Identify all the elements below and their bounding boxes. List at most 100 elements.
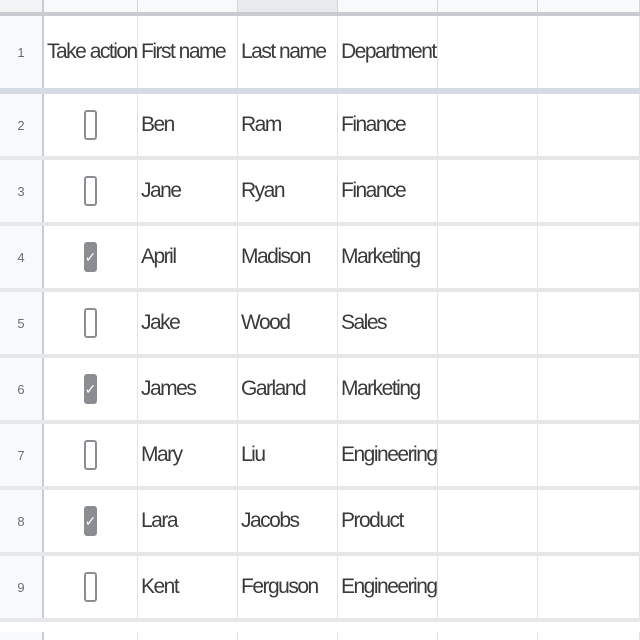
table-row: 4 ✓ April Madison Marketing bbox=[0, 226, 640, 292]
department-cell[interactable]: Engineering bbox=[338, 424, 438, 486]
column-header-a[interactable] bbox=[44, 0, 138, 12]
empty-cell[interactable] bbox=[438, 358, 538, 420]
checkbox-cell[interactable]: ✓ bbox=[44, 226, 138, 288]
empty-cell[interactable] bbox=[438, 292, 538, 354]
table-row: 8 ✓ Lara Jacobs Product bbox=[0, 490, 640, 556]
last-name-cell[interactable]: Garland bbox=[238, 358, 338, 420]
first-name-cell[interactable]: Jane bbox=[138, 160, 238, 222]
column-header-c[interactable] bbox=[238, 0, 338, 12]
checkbox-cell[interactable]: ✓ bbox=[44, 424, 138, 486]
checkbox-cell[interactable]: ✓ bbox=[44, 358, 138, 420]
row-number[interactable]: 9 bbox=[0, 556, 44, 618]
last-name-cell[interactable]: Jacobs bbox=[238, 490, 338, 552]
empty-cell[interactable] bbox=[538, 94, 640, 156]
spreadsheet: 1 Take action? First name Last name Depa… bbox=[0, 0, 640, 640]
empty-cell[interactable] bbox=[538, 16, 640, 88]
row-number[interactable]: 2 bbox=[0, 94, 44, 156]
empty-cell[interactable] bbox=[538, 632, 640, 640]
empty-cell[interactable] bbox=[538, 556, 640, 618]
checkbox-cell[interactable]: ✓ bbox=[44, 490, 138, 552]
checkbox-cell[interactable]: ✓ bbox=[44, 160, 138, 222]
last-name-cell[interactable]: Madison bbox=[238, 226, 338, 288]
column-header-b[interactable] bbox=[138, 0, 238, 12]
table-row: 3 ✓ JaneRyanFinance bbox=[0, 160, 640, 226]
row-number[interactable]: 4 bbox=[0, 226, 44, 288]
empty-cell[interactable] bbox=[438, 94, 538, 156]
empty-cell[interactable] bbox=[138, 632, 238, 640]
checkbox-cell[interactable]: ✓ bbox=[44, 556, 138, 618]
last-name-cell[interactable]: Ferguson bbox=[238, 556, 338, 618]
empty-cell[interactable] bbox=[438, 16, 538, 88]
header-cell-last-name[interactable]: Last name bbox=[238, 16, 338, 88]
first-name-cell[interactable]: Lara bbox=[138, 490, 238, 552]
empty-cell[interactable] bbox=[44, 632, 138, 640]
empty-cell[interactable] bbox=[238, 632, 338, 640]
column-header-bar bbox=[0, 0, 640, 16]
take-action-checkbox[interactable]: ✓ bbox=[84, 572, 97, 602]
partial-row bbox=[0, 632, 640, 640]
row-number[interactable]: 6 bbox=[0, 358, 44, 420]
take-action-checkbox[interactable]: ✓ bbox=[84, 242, 97, 272]
last-name-cell[interactable]: Ram bbox=[238, 94, 338, 156]
empty-cell[interactable] bbox=[338, 632, 438, 640]
table-row: 2 ✓ BenRamFinance bbox=[0, 94, 640, 160]
department-cell[interactable]: Engineering bbox=[338, 556, 438, 618]
column-header-d[interactable] bbox=[338, 0, 438, 12]
take-action-checkbox[interactable]: ✓ bbox=[84, 374, 97, 404]
department-cell[interactable]: Product bbox=[338, 490, 438, 552]
header-cell-first-name[interactable]: First name bbox=[138, 16, 238, 88]
first-name-cell[interactable]: April bbox=[138, 226, 238, 288]
empty-cell[interactable] bbox=[438, 490, 538, 552]
column-header-e[interactable] bbox=[438, 0, 538, 12]
empty-cell[interactable] bbox=[538, 424, 640, 486]
take-action-checkbox[interactable]: ✓ bbox=[84, 440, 97, 470]
header-cell-take-action[interactable]: Take action? bbox=[44, 16, 138, 88]
check-icon: ✓ bbox=[84, 249, 97, 265]
first-name-cell[interactable]: James bbox=[138, 358, 238, 420]
row-number[interactable]: 5 bbox=[0, 292, 44, 354]
empty-cell[interactable] bbox=[438, 556, 538, 618]
department-cell[interactable]: Marketing bbox=[338, 358, 438, 420]
department-cell[interactable]: Finance bbox=[338, 160, 438, 222]
row-number[interactable]: 1 bbox=[0, 16, 44, 88]
check-icon: ✓ bbox=[84, 513, 97, 529]
empty-cell[interactable] bbox=[538, 292, 640, 354]
take-action-checkbox[interactable]: ✓ bbox=[84, 308, 97, 338]
header-cell-department[interactable]: Department bbox=[338, 16, 438, 88]
select-all-corner[interactable] bbox=[0, 0, 44, 12]
cell-grid: 1 Take action? First name Last name Depa… bbox=[0, 16, 640, 622]
table-row: 7 ✓ MaryLiuEngineering bbox=[0, 424, 640, 490]
table-header-row: 1 Take action? First name Last name Depa… bbox=[0, 16, 640, 88]
last-name-cell[interactable]: Liu bbox=[238, 424, 338, 486]
row-number[interactable]: 3 bbox=[0, 160, 44, 222]
data-rows: 2✓BenRamFinance3✓JaneRyanFinance4✓AprilM… bbox=[0, 94, 640, 622]
check-icon: ✓ bbox=[84, 381, 97, 397]
empty-cell[interactable] bbox=[438, 424, 538, 486]
last-name-cell[interactable]: Ryan bbox=[238, 160, 338, 222]
empty-cell[interactable] bbox=[438, 160, 538, 222]
empty-cell[interactable] bbox=[538, 160, 640, 222]
checkbox-cell[interactable]: ✓ bbox=[44, 292, 138, 354]
empty-cell[interactable] bbox=[538, 226, 640, 288]
take-action-checkbox[interactable]: ✓ bbox=[84, 506, 97, 536]
empty-cell[interactable] bbox=[538, 358, 640, 420]
department-cell[interactable]: Finance bbox=[338, 94, 438, 156]
empty-cell[interactable] bbox=[438, 632, 538, 640]
take-action-checkbox[interactable]: ✓ bbox=[84, 176, 97, 206]
first-name-cell[interactable]: Ben bbox=[138, 94, 238, 156]
row-number[interactable]: 8 bbox=[0, 490, 44, 552]
row-number[interactable] bbox=[0, 632, 44, 640]
empty-cell[interactable] bbox=[538, 490, 640, 552]
checkbox-cell[interactable]: ✓ bbox=[44, 94, 138, 156]
department-cell[interactable]: Marketing bbox=[338, 226, 438, 288]
empty-cell[interactable] bbox=[438, 226, 538, 288]
department-cell[interactable]: Sales bbox=[338, 292, 438, 354]
first-name-cell[interactable]: Jake bbox=[138, 292, 238, 354]
first-name-cell[interactable]: Mary bbox=[138, 424, 238, 486]
row-number[interactable]: 7 bbox=[0, 424, 44, 486]
first-name-cell[interactable]: Kent bbox=[138, 556, 238, 618]
take-action-checkbox[interactable]: ✓ bbox=[84, 110, 97, 140]
table-row: 5 ✓ JakeWoodSales bbox=[0, 292, 640, 358]
last-name-cell[interactable]: Wood bbox=[238, 292, 338, 354]
column-header-f[interactable] bbox=[538, 0, 640, 12]
